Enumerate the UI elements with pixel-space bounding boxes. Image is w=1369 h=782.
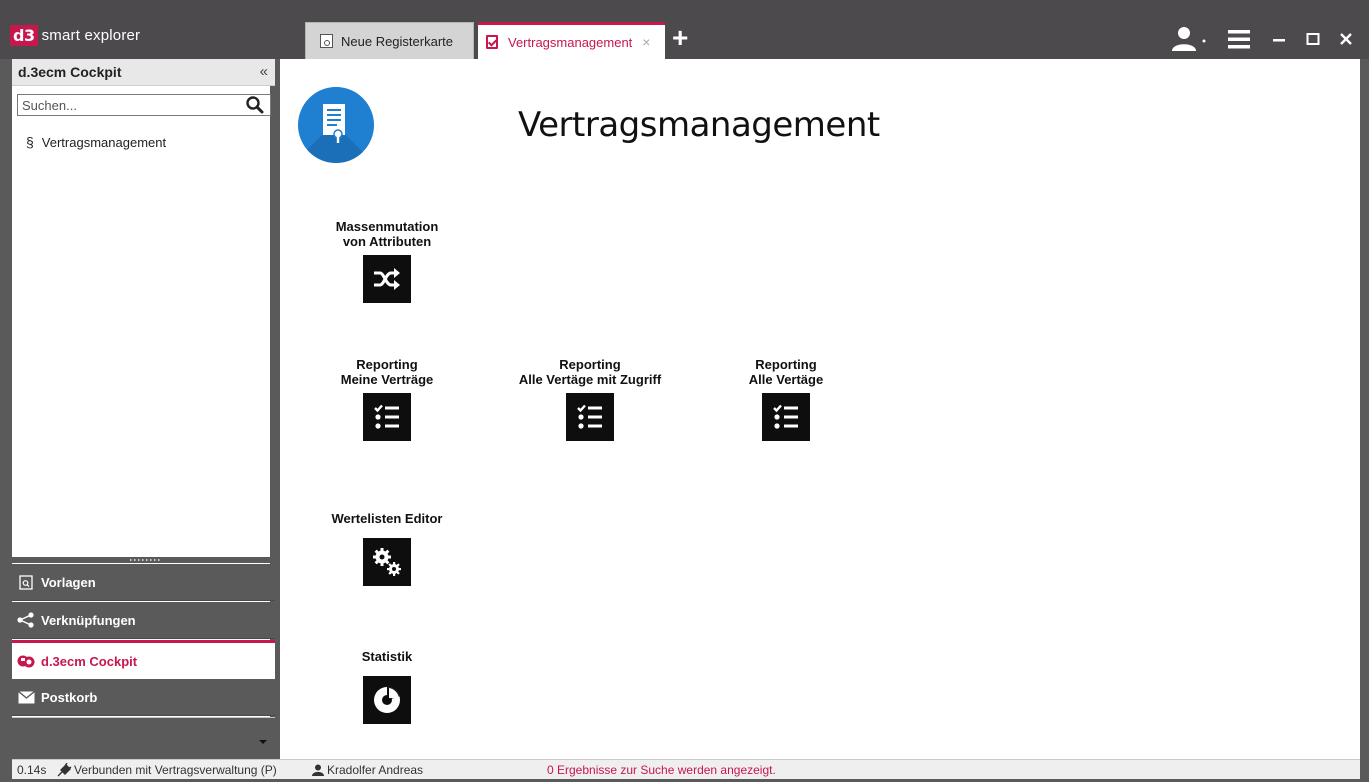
tile-label-line2: Wertelisten Editor xyxy=(331,511,443,526)
tile-label: Wertelisten Editor xyxy=(287,496,487,526)
sidebar-nav-overflow[interactable] xyxy=(12,717,275,759)
tile-label-line2: von Attributen xyxy=(342,234,432,249)
paragraph-icon: § xyxy=(26,134,34,150)
title-bar: d3 smart explorer Neue Registerkarte Ver… xyxy=(0,0,1369,59)
tile-label-line1: Reporting xyxy=(559,357,621,372)
maximize-button[interactable] xyxy=(1300,22,1326,56)
tile-label-line2: Alle Vertäge xyxy=(748,372,824,387)
tile-label: Reporting Alle Vertäge xyxy=(686,357,886,387)
tile-reporting-meine-vertraege: Reporting Meine Verträge xyxy=(287,357,487,441)
sidebar-nav-verknuepfungen[interactable]: Verknüpfungen xyxy=(12,602,275,639)
statistik-button[interactable] xyxy=(363,676,411,724)
tab-label: Vertragsmanagement xyxy=(508,34,633,50)
tile-label-line2: Statistik xyxy=(361,649,413,664)
status-message: 0 Ergebnisse zur Suche werden angezeigt. xyxy=(547,763,776,777)
app-logo: d3 smart explorer xyxy=(10,22,140,48)
checklist-icon xyxy=(374,404,399,429)
tile-statistik: Statistik xyxy=(287,634,487,724)
shuffle-icon xyxy=(374,268,400,290)
maximize-icon xyxy=(1306,33,1320,45)
reporting-alle-mit-zugriff-button[interactable] xyxy=(566,393,614,441)
sidebar: d.3ecm Cockpit « § Vertragsmanagement xyxy=(12,59,275,759)
tab-close-icon[interactable]: × xyxy=(642,34,650,50)
search-document-icon xyxy=(320,34,333,48)
tab-vertragsmanagement[interactable]: Vertragsmanagement × xyxy=(478,22,665,59)
sidebar-splitter[interactable] xyxy=(12,557,275,563)
close-icon xyxy=(1340,33,1352,45)
nav-label: Verknüpfungen xyxy=(41,612,136,628)
massenmutation-button[interactable] xyxy=(363,255,411,303)
share-icon xyxy=(17,612,35,628)
app-window: d3 smart explorer Neue Registerkarte Ver… xyxy=(0,0,1369,782)
tab-neue-registerkarte[interactable]: Neue Registerkarte xyxy=(305,22,474,59)
tab-label: Neue Registerkarte xyxy=(341,33,453,49)
minimize-button[interactable] xyxy=(1266,22,1292,56)
nav-label: Postkorb xyxy=(41,689,98,705)
tile-label-line2: Meine Verträge xyxy=(340,372,434,387)
tile-label: Reporting Meine Verträge xyxy=(287,357,487,387)
checklist-icon xyxy=(773,404,798,429)
tile-label-line2: Alle Vertäge mit Zugriff xyxy=(518,372,662,387)
logo-badge: d3 xyxy=(10,24,38,46)
search-input[interactable] xyxy=(17,94,271,116)
user-icon xyxy=(1172,27,1206,51)
sidebar-nav-vorlagen[interactable]: Vorlagen xyxy=(12,564,275,601)
hamburger-menu-icon xyxy=(1228,30,1250,49)
contract-document-icon xyxy=(298,87,374,163)
tile-label: Statistik xyxy=(287,634,487,664)
cockpit-icon xyxy=(17,653,35,669)
tree-item-label: Vertragsmanagement xyxy=(41,134,167,150)
tree-item-vertragsmanagement[interactable]: § Vertragsmanagement xyxy=(26,134,166,150)
plug-icon xyxy=(57,763,72,777)
status-connection: Verbunden mit Vertragsverwaltung (P) xyxy=(56,763,277,777)
tile-reporting-alle-mit-zugriff: Reporting Alle Vertäge mit Zugriff xyxy=(490,357,690,441)
user-menu-button[interactable] xyxy=(1170,22,1210,56)
tile-label: Reporting Alle Vertäge mit Zugriff xyxy=(490,357,690,387)
logo-text: smart explorer xyxy=(41,26,141,44)
reporting-meine-vertraege-button[interactable] xyxy=(363,393,411,441)
collapse-sidebar-icon[interactable]: « xyxy=(260,63,268,80)
sidebar-title: d.3ecm Cockpit xyxy=(18,64,122,80)
wertelisten-editor-button[interactable] xyxy=(363,538,411,586)
status-connection-text: Verbunden mit Vertragsverwaltung (P) xyxy=(74,763,277,777)
add-tab-button[interactable]: + xyxy=(672,24,688,52)
main-menu-button[interactable] xyxy=(1226,22,1252,56)
sidebar-nav-cockpit[interactable]: d.3ecm Cockpit xyxy=(12,640,275,679)
main-content: Vertragsmanagement Massenmutation von At… xyxy=(280,59,1360,759)
status-user: Kradolfer Andreas xyxy=(312,763,423,777)
tile-reporting-alle-vertraege: Reporting Alle Vertäge xyxy=(686,357,886,441)
mail-icon xyxy=(17,689,35,705)
tile-label-line1: Reporting xyxy=(755,357,817,372)
tile-label-line1: Reporting xyxy=(356,357,418,372)
tile-label-line1: Massenmutation xyxy=(335,219,439,234)
tile-wertelisten-editor: Wertelisten Editor xyxy=(287,496,487,586)
chevron-down-icon[interactable] xyxy=(259,740,267,744)
tile-massenmutation: Massenmutation von Attributen xyxy=(287,219,487,303)
status-time: 0.14s xyxy=(17,763,47,777)
sidebar-header: d.3ecm Cockpit « xyxy=(12,59,275,86)
search-icon[interactable] xyxy=(245,95,265,115)
grip-handle-icon xyxy=(129,557,161,563)
checklist-icon xyxy=(577,404,602,429)
minimize-icon xyxy=(1273,39,1285,42)
user-small-icon xyxy=(312,764,324,776)
tile-label: Massenmutation von Attributen xyxy=(287,219,487,249)
checkbox-document-icon xyxy=(486,35,498,49)
gears-icon xyxy=(373,548,401,576)
reporting-alle-vertraege-button[interactable] xyxy=(762,393,810,441)
sidebar-nav-postkorb[interactable]: Postkorb xyxy=(12,679,275,716)
status-bar: 0.14s Verbunden mit Vertragsverwaltung (… xyxy=(12,759,1360,779)
template-icon xyxy=(17,574,35,590)
nav-label: Vorlagen xyxy=(41,574,96,590)
close-window-button[interactable] xyxy=(1333,22,1359,56)
status-user-name: Kradolfer Andreas xyxy=(327,763,424,777)
nav-label: d.3ecm Cockpit xyxy=(41,653,138,669)
pie-chart-icon xyxy=(374,687,400,713)
page-title: Vertragsmanagement xyxy=(518,105,880,145)
